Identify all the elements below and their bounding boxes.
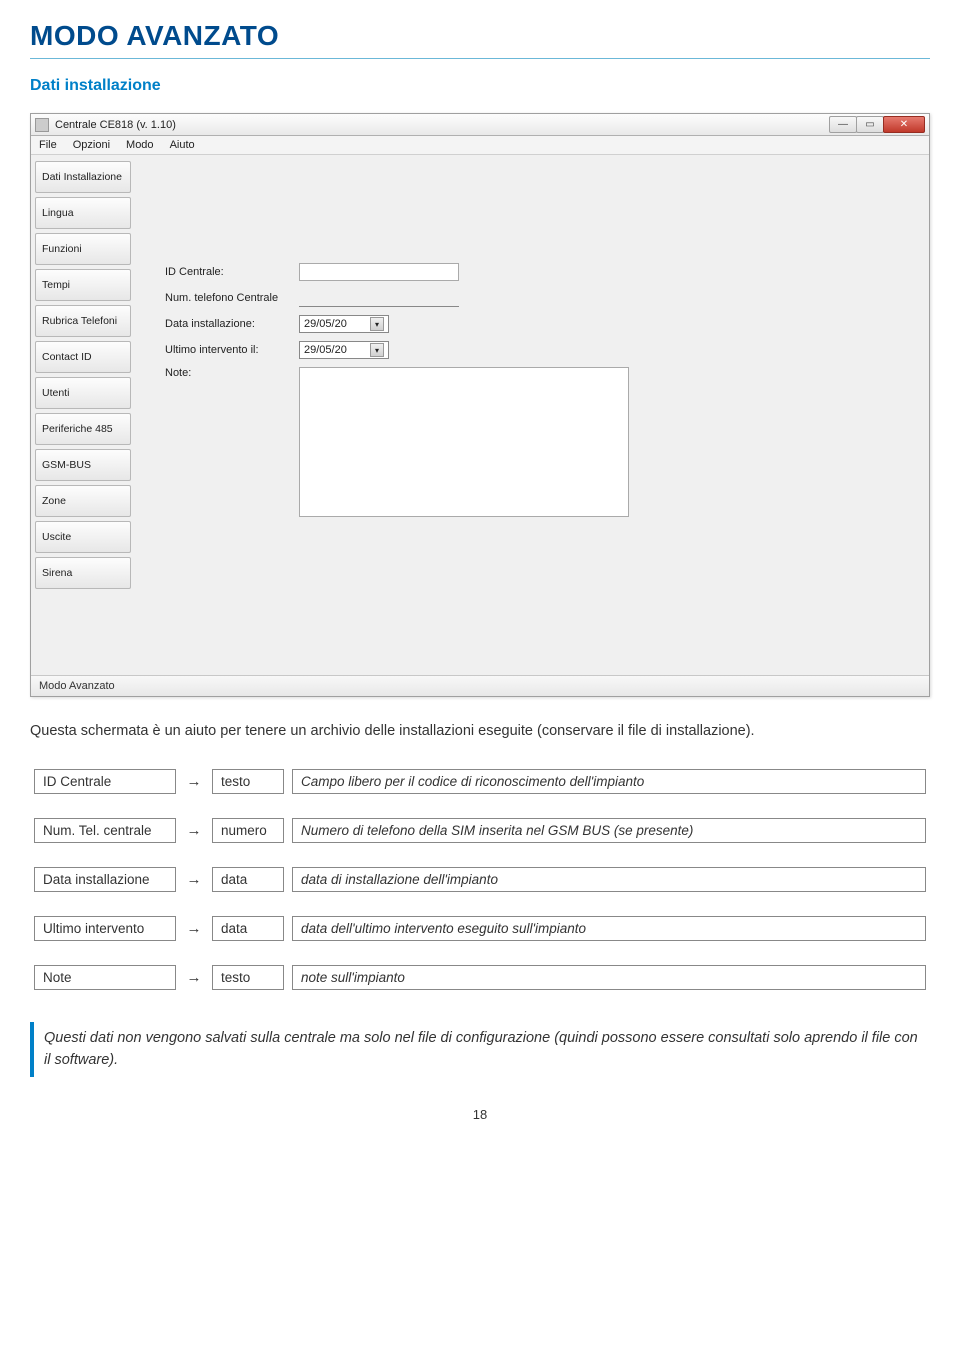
tel-centrale-input[interactable] — [299, 289, 459, 307]
sidebar-item-tempi[interactable]: Tempi — [35, 269, 131, 301]
arrow-icon: → — [180, 910, 208, 947]
close-button[interactable]: ✕ — [883, 116, 925, 133]
ultimo-intervento-input[interactable]: 29/05/20 ▾ — [299, 341, 389, 359]
form-panel: ID Centrale: Num. telefono Centrale Data… — [135, 155, 929, 675]
arrow-icon: → — [180, 959, 208, 996]
title-divider — [30, 58, 930, 59]
arrow-icon: → — [180, 861, 208, 898]
menu-modo[interactable]: Modo — [126, 139, 154, 151]
window-controls: — ▭ ✕ — [830, 116, 925, 133]
sidebar-item-contact-id[interactable]: Contact ID — [35, 341, 131, 373]
app-body: Dati Installazione Lingua Funzioni Tempi… — [31, 155, 929, 675]
table-row: Data installazione → data data di instal… — [30, 861, 930, 898]
map-type: numero — [212, 818, 284, 843]
section-heading: Dati installazione — [30, 77, 930, 95]
map-type: testo — [212, 965, 284, 990]
sidebar-item-zone[interactable]: Zone — [35, 485, 131, 517]
mapping-table: ID Centrale → testo Campo libero per il … — [30, 763, 930, 996]
id-centrale-input[interactable] — [299, 263, 459, 281]
sidebar-item-periferiche[interactable]: Periferiche 485 — [35, 413, 131, 445]
data-installazione-label: Data installazione: — [165, 318, 285, 330]
map-type: data — [212, 916, 284, 941]
table-row: ID Centrale → testo Campo libero per il … — [30, 763, 930, 800]
menu-opzioni[interactable]: Opzioni — [73, 139, 110, 151]
map-name: Ultimo intervento — [34, 916, 176, 941]
sidebar-item-dati-installazione[interactable]: Dati Installazione — [35, 161, 131, 193]
note-label: Note: — [165, 367, 285, 379]
chevron-down-icon[interactable]: ▾ — [370, 317, 384, 331]
table-row: Num. Tel. centrale → numero Numero di te… — [30, 812, 930, 849]
sidebar-item-uscite[interactable]: Uscite — [35, 521, 131, 553]
sidebar-item-rubrica[interactable]: Rubrica Telefoni — [35, 305, 131, 337]
data-installazione-value: 29/05/20 — [304, 318, 347, 330]
map-name: Num. Tel. centrale — [34, 818, 176, 843]
tel-centrale-label: Num. telefono Centrale — [165, 292, 285, 304]
minimize-button[interactable]: — — [829, 116, 857, 133]
sidebar-item-funzioni[interactable]: Funzioni — [35, 233, 131, 265]
ultimo-intervento-label: Ultimo intervento il: — [165, 344, 285, 356]
menubar: File Opzioni Modo Aiuto — [31, 136, 929, 155]
map-desc: data di installazione dell'impianto — [292, 867, 926, 892]
ultimo-intervento-value: 29/05/20 — [304, 344, 347, 356]
page-title: MODO AVANZATO — [30, 20, 930, 52]
map-desc: Campo libero per il codice di riconoscim… — [292, 769, 926, 794]
table-row: Note → testo note sull'impianto — [30, 959, 930, 996]
arrow-icon: → — [180, 763, 208, 800]
app-icon — [35, 118, 49, 132]
titlebar: Centrale CE818 (v. 1.10) — ▭ ✕ — [31, 114, 929, 136]
menu-file[interactable]: File — [39, 139, 57, 151]
sidebar-item-sirena[interactable]: Sirena — [35, 557, 131, 589]
chevron-down-icon[interactable]: ▾ — [370, 343, 384, 357]
page-number: 18 — [30, 1107, 930, 1122]
id-centrale-label: ID Centrale: — [165, 266, 285, 278]
table-row: Ultimo intervento → data data dell'ultim… — [30, 910, 930, 947]
sidenav: Dati Installazione Lingua Funzioni Tempi… — [31, 155, 135, 675]
footer-note: Questi dati non vengono salvati sulla ce… — [30, 1022, 930, 1078]
window-title: Centrale CE818 (v. 1.10) — [55, 119, 830, 131]
map-name: Note — [34, 965, 176, 990]
sidebar-item-gsm-bus[interactable]: GSM-BUS — [35, 449, 131, 481]
note-textarea[interactable] — [299, 367, 629, 517]
map-type: data — [212, 867, 284, 892]
map-desc: data dell'ultimo intervento eseguito sul… — [292, 916, 926, 941]
app-window: Centrale CE818 (v. 1.10) — ▭ ✕ File Opzi… — [30, 113, 930, 697]
map-name: Data installazione — [34, 867, 176, 892]
map-desc: Numero di telefono della SIM inserita ne… — [292, 818, 926, 843]
statusbar: Modo Avanzato — [31, 675, 929, 696]
map-desc: note sull'impianto — [292, 965, 926, 990]
sidebar-item-lingua[interactable]: Lingua — [35, 197, 131, 229]
data-installazione-input[interactable]: 29/05/20 ▾ — [299, 315, 389, 333]
maximize-button[interactable]: ▭ — [856, 116, 884, 133]
map-name: ID Centrale — [34, 769, 176, 794]
sidebar-item-utenti[interactable]: Utenti — [35, 377, 131, 409]
map-type: testo — [212, 769, 284, 794]
menu-aiuto[interactable]: Aiuto — [170, 139, 195, 151]
arrow-icon: → — [180, 812, 208, 849]
intro-paragraph: Questa schermata è un aiuto per tenere u… — [30, 721, 930, 743]
